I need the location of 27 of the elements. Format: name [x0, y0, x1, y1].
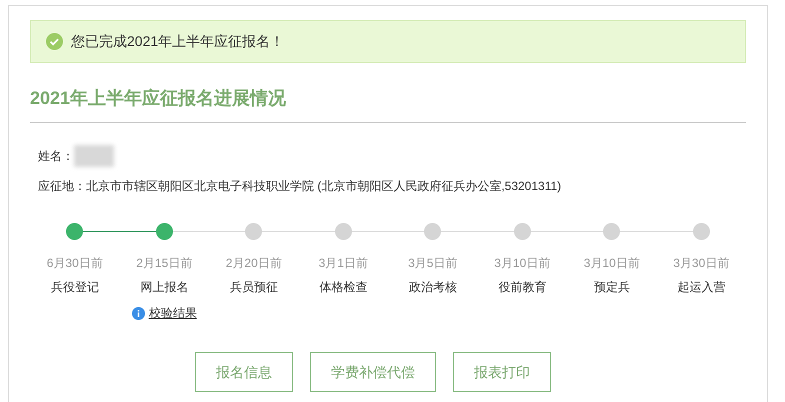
step-date: 3月5日前 — [408, 255, 458, 272]
step-date: 3月10日前 — [584, 255, 640, 272]
step-label: 起运入营 — [677, 279, 726, 296]
step-label: 政治考核 — [408, 279, 457, 296]
step-date: 3月10日前 — [494, 255, 550, 272]
step-label: 体格检查 — [319, 279, 368, 296]
info-value: 北京市市辖区朝阳区北京电子科技职业学院 (北京市朝阳区人民政府征兵办公室,53201311) — [86, 178, 562, 195]
info-icon — [132, 306, 145, 320]
step-date: 2月15日前 — [136, 255, 192, 272]
check-circle-icon — [46, 33, 63, 50]
step-label: 预定兵 — [594, 279, 630, 296]
info-label: 应征地： — [38, 178, 86, 195]
action-button[interactable]: 学费补偿代偿 — [310, 352, 436, 392]
notice-text: 您已完成2021年上半年应征报名！ — [71, 32, 284, 51]
step-date: 3月1日前 — [318, 255, 368, 272]
step-label: 兵员预征 — [230, 279, 278, 296]
verify-result-link[interactable]: 校验结果 — [148, 304, 197, 322]
step-label: 网上报名 — [140, 279, 188, 296]
info-label: 姓名： — [38, 148, 74, 165]
step-date: 3月30日前 — [673, 255, 730, 272]
section-title: 2021年上半年应征报名进展情况 — [30, 88, 286, 108]
action-button[interactable]: 报表打印 — [453, 352, 551, 392]
step-date: 6月30日前 — [46, 255, 103, 272]
action-button[interactable]: 报名信息 — [195, 352, 293, 392]
step-label: 兵役登记 — [50, 279, 99, 296]
step-label: 役前教育 — [498, 279, 546, 296]
step-date: 2月20日前 — [226, 255, 282, 272]
